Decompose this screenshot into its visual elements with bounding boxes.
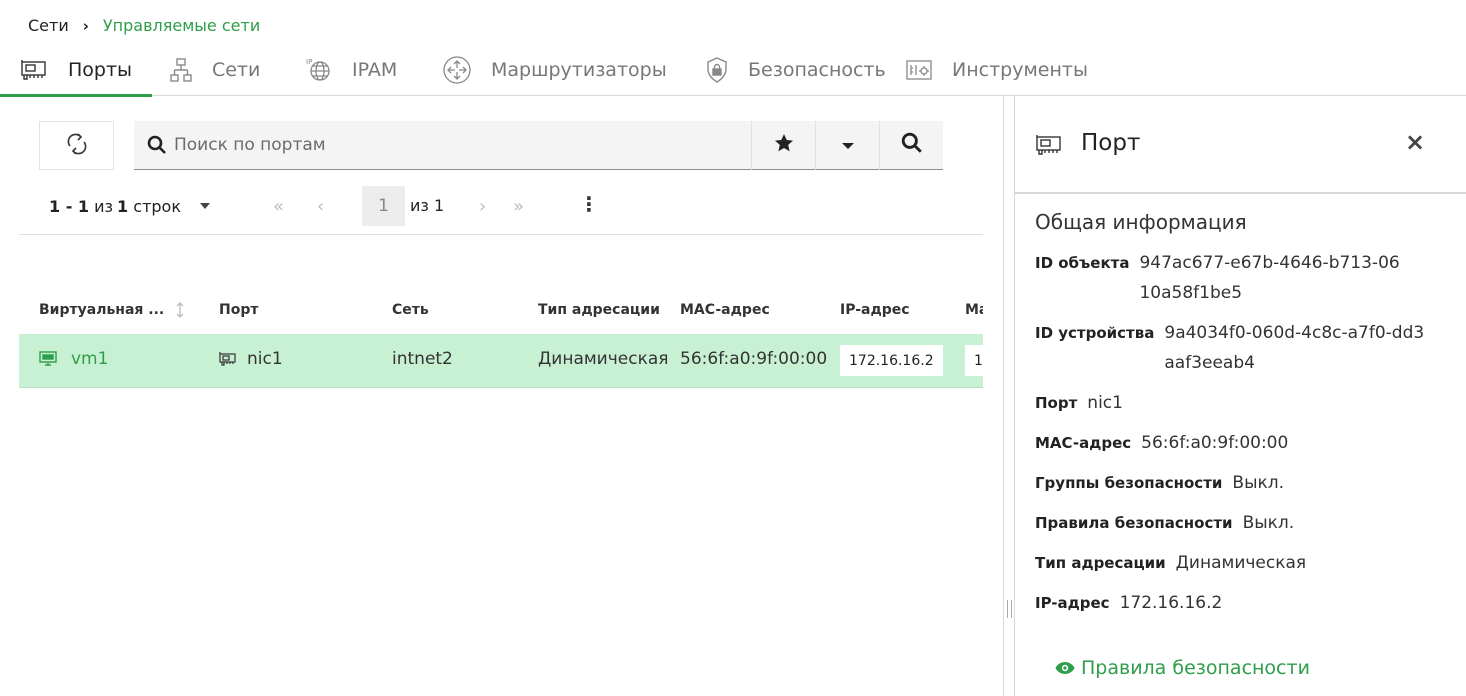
shield-lock-icon <box>706 57 728 83</box>
column-header-ip[interactable]: IP-адрес <box>840 302 910 318</box>
monitor-icon <box>39 351 57 366</box>
truncated-chip: 1 <box>965 345 983 376</box>
search-bar <box>134 120 943 170</box>
grip-icon <box>1007 600 1012 618</box>
page-of-total: из 1 <box>410 196 445 215</box>
refresh-icon <box>66 131 88 161</box>
tab-routers[interactable]: Маршрутизаторы <box>443 44 667 96</box>
field-object-id: ID объекта 947ac677-e67b-4646-b713-0610a… <box>1035 253 1400 303</box>
table-header: Виртуальная ... Порт Сеть Тип адресации … <box>19 288 983 334</box>
eye-icon <box>1055 661 1075 675</box>
field-port: Порт nic1 <box>1035 393 1123 413</box>
chevron-right-icon: › <box>82 16 89 35</box>
tab-bar: Порты Сети IP IPAM Маршрутизаторы Безопа… <box>0 44 1466 97</box>
search-button[interactable] <box>879 120 943 170</box>
section-title: Общая информация <box>1035 210 1247 234</box>
tab-label: Безопасность <box>748 59 886 81</box>
close-icon[interactable]: × <box>1405 128 1425 156</box>
panel-title: Порт <box>1081 130 1141 156</box>
breadcrumb: Сети › Управляемые сети <box>28 16 260 35</box>
next-page-icon[interactable]: › <box>479 196 486 217</box>
search-input[interactable] <box>174 121 751 169</box>
ip-chip: 172.16.16.2 <box>840 345 943 376</box>
last-page-icon[interactable]: » <box>513 196 524 217</box>
field-ip-address: IP-адрес 172.16.16.2 <box>1035 593 1223 613</box>
field-addressing-type: Тип адресации Динамическая <box>1035 553 1307 573</box>
table-row[interactable]: vm1 nic1 intnet2 Динамическая 56:6f:a0:9… <box>19 334 983 388</box>
tab-label: Инструменты <box>952 59 1088 81</box>
ports-table: Виртуальная ... Порт Сеть Тип адресации … <box>19 288 983 388</box>
caret-down-icon <box>200 203 211 209</box>
network-card-icon <box>219 352 236 366</box>
breadcrumb-current[interactable]: Управляемые сети <box>103 16 260 35</box>
more-options-icon[interactable]: ⋮ <box>579 192 599 216</box>
tab-label: Маршрутизаторы <box>491 59 667 81</box>
svg-text:IP: IP <box>306 58 312 66</box>
tab-ports[interactable]: Порты <box>0 44 153 97</box>
panel-header: Порт × <box>1015 96 1466 194</box>
column-header-addressing[interactable]: Тип адресации <box>538 302 660 318</box>
tab-networks[interactable]: Сети <box>170 44 260 96</box>
vm-link[interactable]: vm1 <box>71 349 108 369</box>
cell-addressing: Динамическая <box>538 349 669 369</box>
ports-list-pane: 1 - 1 из1 строк « ‹ 1 из 1 › » ⋮ Виртуал… <box>0 96 1003 696</box>
rows-per-page-dropdown[interactable] <box>199 202 211 210</box>
column-header-port[interactable]: Порт <box>219 302 258 318</box>
column-header-vm[interactable]: Виртуальная ... <box>39 302 164 318</box>
hierarchy-icon <box>170 58 192 82</box>
cell-network: intnet2 <box>392 349 453 369</box>
tab-tools[interactable]: Инструменты <box>906 44 1088 96</box>
cell-mac: 56:6f:a0:9f:00:00 <box>680 349 828 369</box>
page-number-input[interactable]: 1 <box>362 186 405 226</box>
pagination: 1 - 1 из 1 строк « ‹ 1 из 1 › » ⋮ <box>49 186 989 226</box>
field-security-groups: Группы безопасности Выкл. <box>1035 473 1285 493</box>
security-rules-link[interactable]: Правила безопасности <box>1055 657 1310 679</box>
rows-count: 1 - 1 из 1 строк <box>49 196 182 216</box>
column-header-network[interactable]: Сеть <box>392 302 429 318</box>
column-header-mac[interactable]: MAC-адрес <box>680 302 770 318</box>
ip-globe-icon: IP <box>306 57 332 83</box>
divider <box>19 234 983 235</box>
cell-port: nic1 <box>219 349 283 369</box>
port-name: nic1 <box>247 349 283 369</box>
filter-dropdown-button[interactable] <box>815 120 879 170</box>
sort-icon[interactable] <box>175 301 185 323</box>
prev-page-icon[interactable]: ‹ <box>317 196 324 217</box>
network-card-icon <box>20 59 48 81</box>
caret-down-icon <box>841 136 855 155</box>
tab-label: IPAM <box>352 59 398 81</box>
network-card-icon <box>1035 134 1063 160</box>
refresh-button[interactable] <box>39 121 114 170</box>
tools-icon <box>906 59 932 81</box>
port-details-panel: Порт × Общая информация ID объекта 947ac… <box>1015 96 1466 696</box>
tab-ipam[interactable]: IP IPAM <box>306 44 397 96</box>
tab-security[interactable]: Безопасность <box>706 44 886 96</box>
breadcrumb-root[interactable]: Сети <box>28 16 69 35</box>
star-icon <box>774 133 794 157</box>
router-icon <box>443 56 471 84</box>
tab-label: Сети <box>212 59 261 81</box>
search-icon <box>901 132 923 158</box>
tab-label: Порты <box>68 59 133 81</box>
favorites-button[interactable] <box>751 120 815 170</box>
cell-vm: vm1 <box>39 349 108 369</box>
field-device-id: ID устройства 9a4034f0-060d-4c8c-a7f0-dd… <box>1035 323 1425 373</box>
pane-resize-handle[interactable] <box>1003 96 1015 696</box>
column-header-truncated[interactable]: Ма <box>965 302 983 318</box>
first-page-icon[interactable]: « <box>273 196 284 217</box>
search-icon <box>134 135 174 155</box>
field-mac: MAC-адрес 56:6f:a0:9f:00:00 <box>1035 433 1289 453</box>
field-security-rules: Правила безопасности Выкл. <box>1035 513 1295 533</box>
